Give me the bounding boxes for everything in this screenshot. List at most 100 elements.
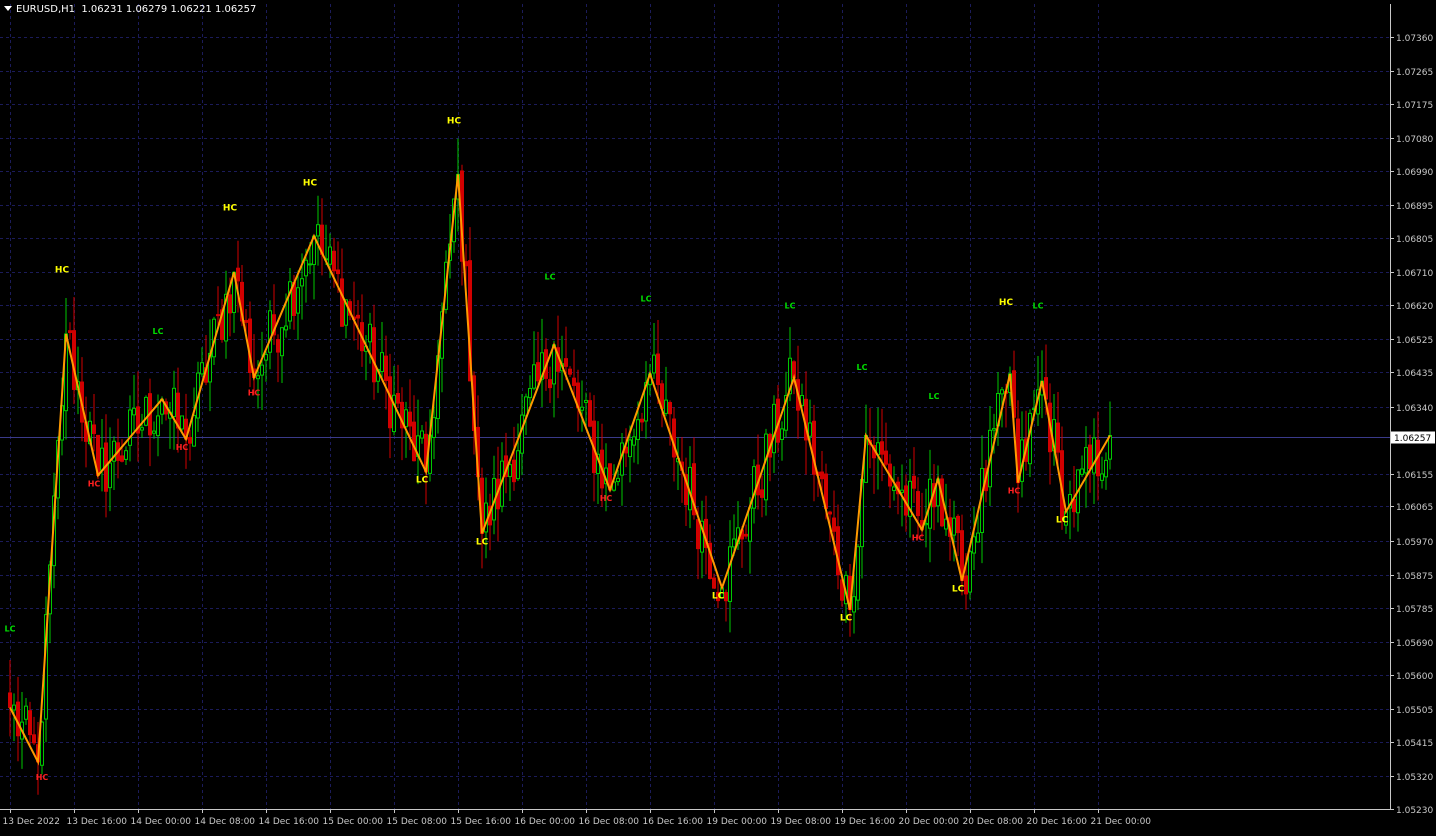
y-tick-label: 1.06340 — [1396, 404, 1433, 414]
candle-body — [668, 402, 672, 415]
candle-body — [100, 447, 104, 471]
candle-body — [964, 575, 968, 595]
candle-body — [368, 323, 372, 343]
candle-body — [580, 406, 584, 411]
candle-body — [808, 422, 812, 437]
candle-body — [328, 246, 332, 265]
y-tick-label: 1.07265 — [1396, 68, 1433, 78]
candle-body — [664, 399, 668, 414]
candle-body — [300, 278, 304, 287]
pivot-label-hc: HC — [999, 298, 1014, 308]
x-tick-label: 19 Dec 00:00 — [707, 817, 768, 827]
candle-body — [12, 704, 16, 711]
x-tick-label: 21 Dec 00:00 — [1091, 817, 1152, 827]
candle-body — [340, 278, 344, 327]
candle-body — [296, 287, 300, 314]
candle-body — [396, 393, 400, 404]
candle-body — [8, 692, 12, 708]
candle-body — [900, 489, 904, 493]
candle-body — [528, 388, 532, 399]
candle-body — [880, 441, 884, 455]
candle-body — [132, 407, 136, 416]
y-tick-label: 1.06710 — [1396, 269, 1433, 279]
candle-body — [144, 396, 148, 426]
candle-body — [236, 267, 240, 282]
x-tick-label: 13 Dec 16:00 — [67, 817, 128, 827]
candle-body — [108, 462, 112, 489]
candle-body — [408, 411, 412, 427]
candle-body — [968, 551, 972, 593]
symbol-name: EURUSD,H1 — [16, 4, 76, 15]
candle-body — [332, 250, 336, 272]
candle-body — [304, 259, 308, 277]
x-tick-label: 15 Dec 00:00 — [323, 817, 384, 827]
candle-body — [912, 475, 916, 489]
candle-body — [24, 705, 28, 720]
symbol-header[interactable]: EURUSD,H1 1.06231 1.06279 1.06221 1.0625… — [4, 4, 256, 16]
candle-body — [652, 354, 656, 374]
price-chart[interactable]: LC HC HC HC LC HC HC HC HC LC HC LC LC HC LC LC LC LC LC HC… — [0, 0, 1436, 832]
pivot-label-lc: LC — [857, 363, 868, 372]
candle-body — [772, 403, 776, 454]
candle-body — [268, 310, 272, 353]
candle-body — [308, 263, 312, 266]
y-tick-label: 1.07360 — [1396, 34, 1433, 44]
pivot-label-lc: LC — [5, 624, 16, 633]
candle-body — [508, 464, 512, 478]
candle-body — [916, 491, 920, 517]
candle-body — [1056, 422, 1060, 453]
candle-body — [832, 517, 836, 532]
candle-body — [656, 353, 660, 386]
chart-window[interactable]: LC HC HC HC LC HC HC HC HC LC HC LC LC HC LC LC LC LC LC HC… — [0, 0, 1436, 832]
candle-body — [1104, 459, 1108, 478]
x-tick-label: 13 Dec 2022 — [3, 817, 61, 827]
y-tick-label: 1.06155 — [1396, 471, 1433, 481]
candle-body — [200, 362, 204, 375]
candle-body — [120, 455, 124, 462]
candle-body — [72, 330, 76, 390]
pivot-label-hc: HC — [176, 443, 189, 452]
x-tick-label: 15 Dec 16:00 — [451, 817, 512, 827]
candle-body — [188, 436, 192, 444]
pivot-label-hc: HC — [1008, 487, 1021, 496]
candle-body — [532, 364, 536, 389]
y-tick-label: 1.06990 — [1396, 168, 1433, 178]
candle-body — [516, 450, 520, 480]
candle-body — [696, 519, 700, 550]
x-tick-label: 19 Dec 08:00 — [771, 817, 832, 827]
candle-body — [972, 536, 976, 554]
candle-body — [404, 409, 408, 428]
y-tick-label: 1.05415 — [1396, 739, 1433, 749]
x-tick-label: 14 Dec 00:00 — [131, 817, 192, 827]
x-tick-label: 15 Dec 08:00 — [387, 817, 448, 827]
x-tick-label: 20 Dec 16:00 — [1027, 817, 1088, 827]
pivot-label-hc: HC — [248, 389, 261, 398]
x-tick-label: 14 Dec 08:00 — [195, 817, 256, 827]
candle-body — [276, 339, 280, 353]
candle-body — [552, 344, 556, 385]
pivot-label-hc: HC — [447, 117, 462, 127]
y-tick-label: 1.05320 — [1396, 773, 1433, 783]
candle-body — [956, 515, 960, 534]
pivot-label-hc: HC — [88, 479, 101, 488]
pivot-label-lc: LC — [785, 302, 796, 311]
candle-body — [568, 368, 572, 375]
candle-body — [512, 459, 516, 483]
x-tick-label: 16 Dec 16:00 — [643, 817, 704, 827]
candle-body — [640, 418, 644, 423]
candle-body — [584, 399, 588, 403]
candle-body — [256, 375, 260, 380]
candle-body — [388, 376, 392, 429]
pivot-label-lc: LC — [1033, 302, 1044, 311]
candle-body — [732, 538, 736, 548]
candle-body — [336, 269, 340, 275]
pivot-label-hc: HC — [55, 265, 70, 275]
dropdown-triangle-icon[interactable] — [4, 6, 12, 11]
candle-body — [180, 415, 184, 430]
candle-body — [712, 577, 716, 589]
candle-body — [536, 362, 540, 382]
y-tick-label: 1.06525 — [1396, 336, 1433, 346]
candle-body — [884, 450, 888, 465]
x-tick-label: 14 Dec 16:00 — [259, 817, 320, 827]
candle-body — [780, 428, 784, 440]
